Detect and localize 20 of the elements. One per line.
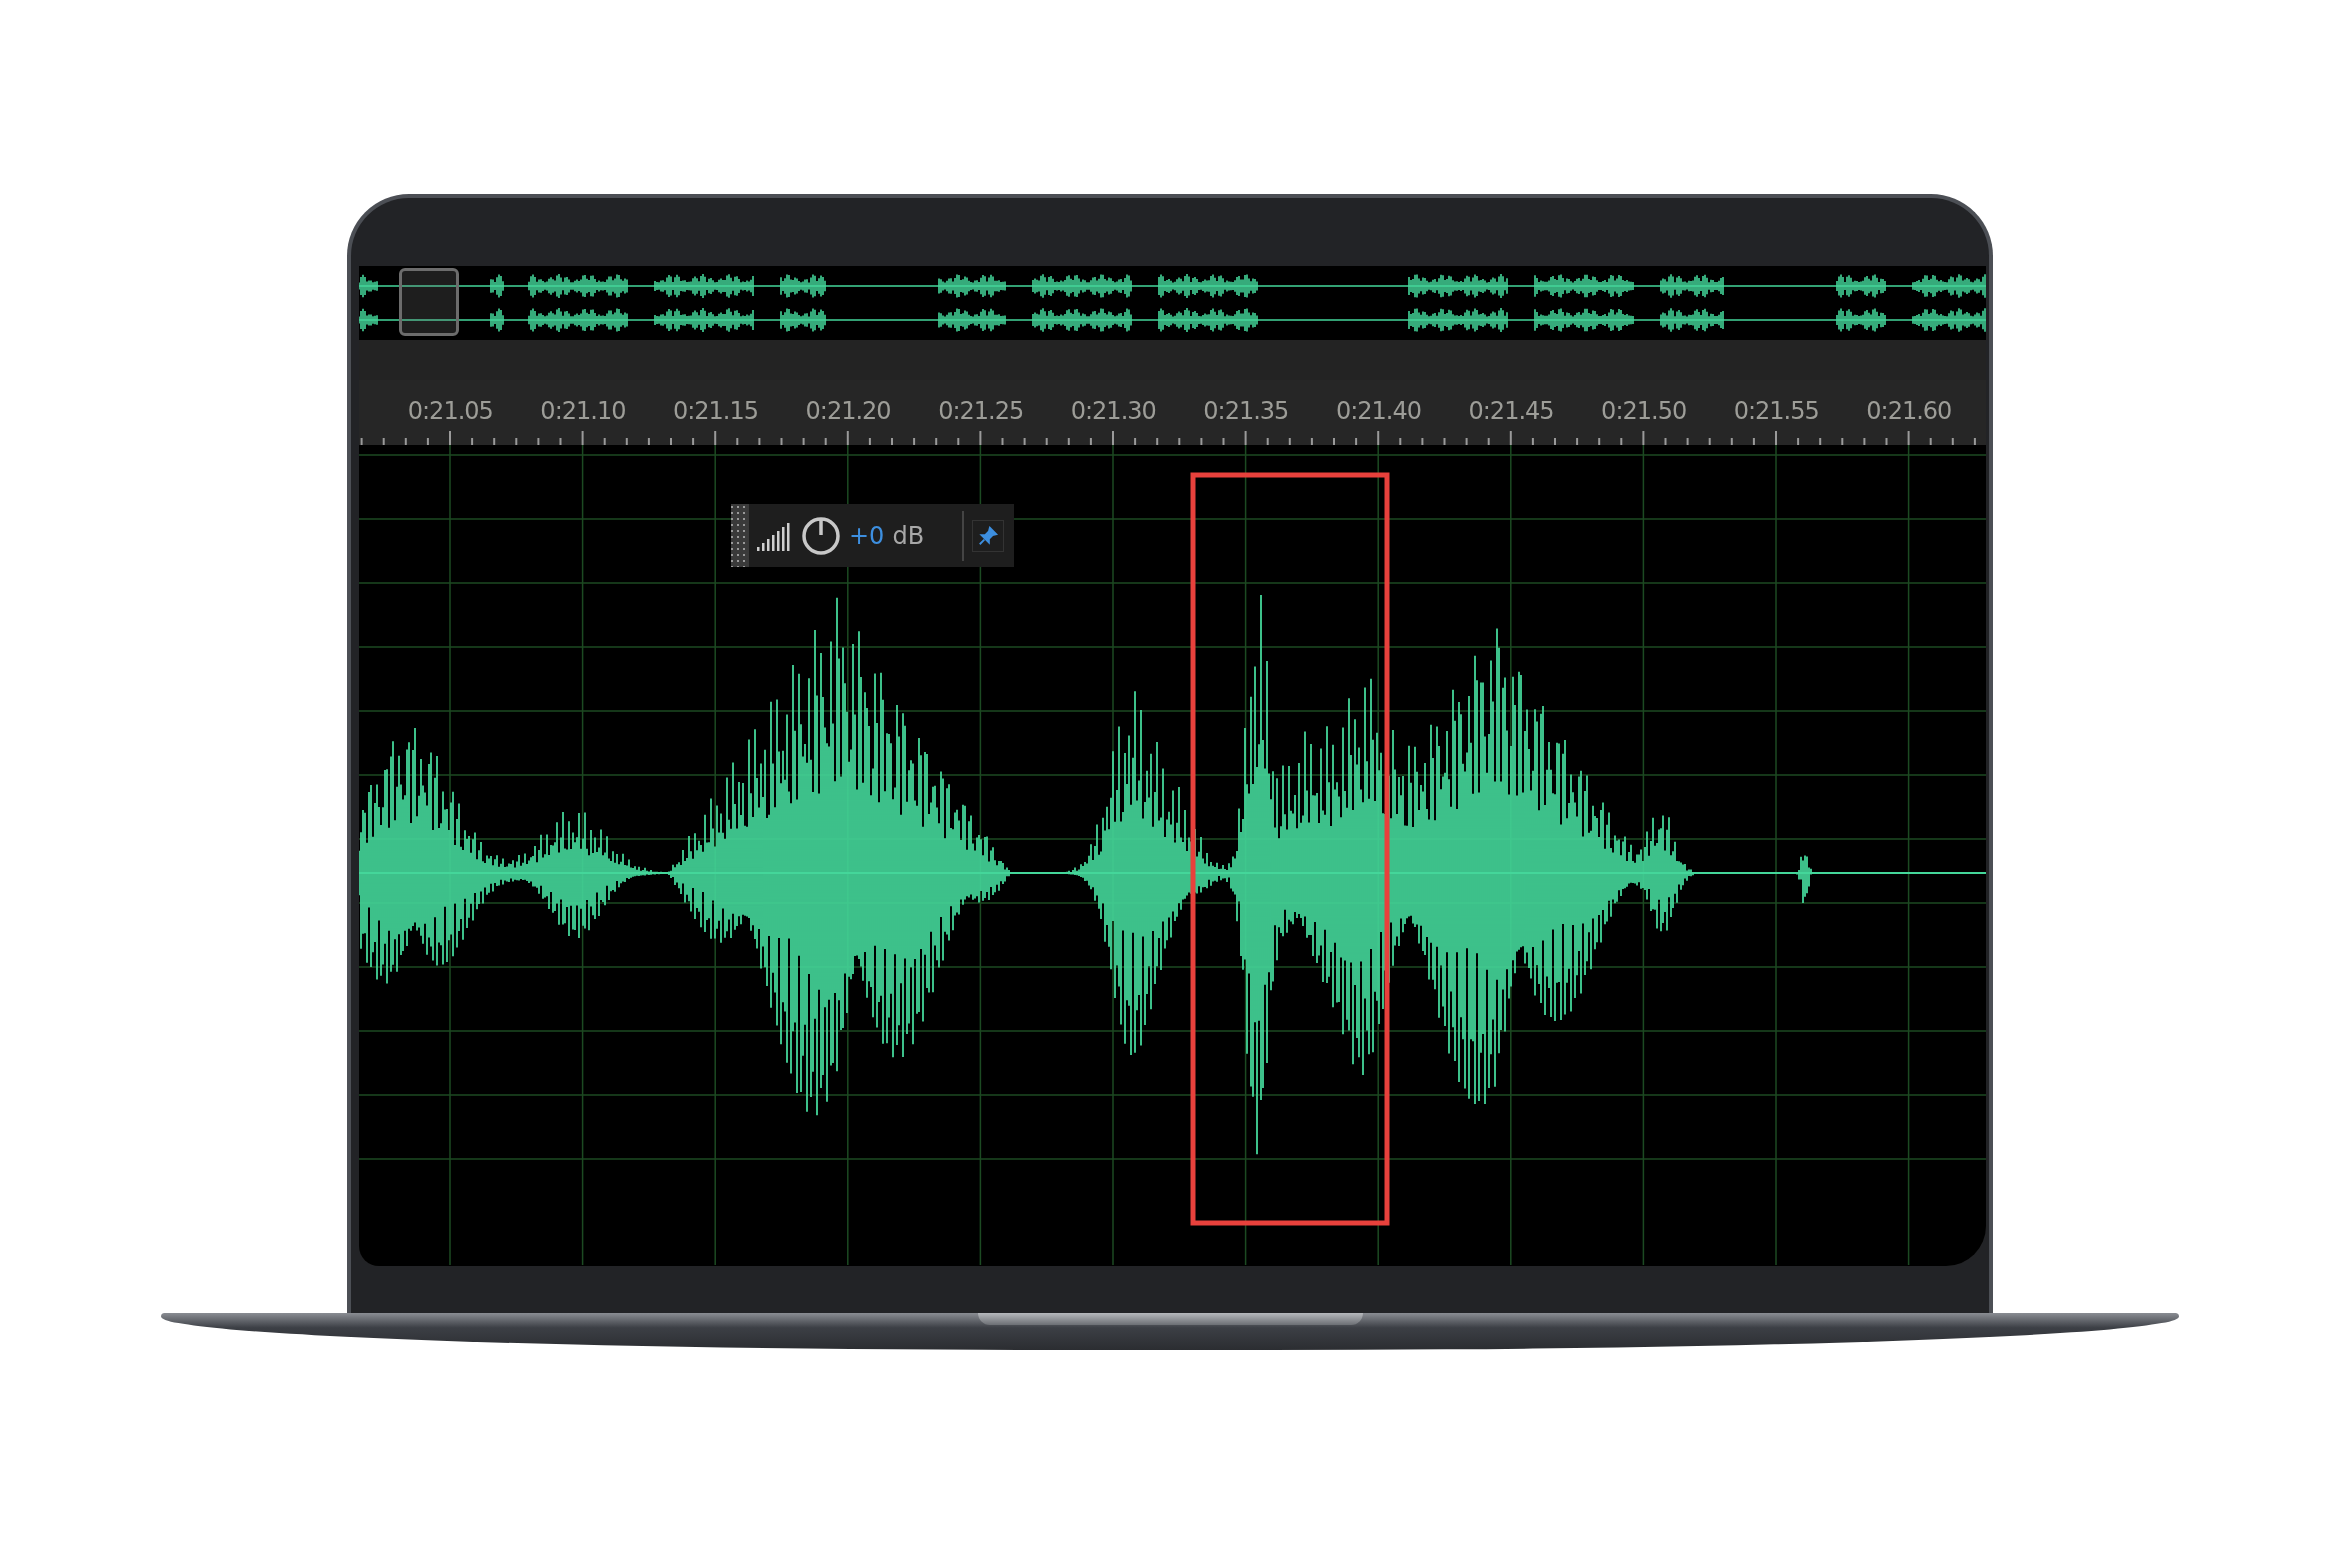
overview-handle[interactable] — [399, 268, 459, 336]
gain-unit: dB — [892, 521, 925, 550]
gain-knob-icon[interactable] — [801, 515, 841, 556]
pin-button[interactable] — [972, 519, 1004, 552]
time-label: 0:21.35 — [1202, 397, 1290, 425]
pin-icon — [977, 524, 999, 547]
grip-icon[interactable] — [731, 504, 749, 567]
time-label: 0:21.15 — [671, 397, 759, 425]
time-label: 0:21.50 — [1600, 397, 1688, 425]
time-label: 0:21.30 — [1069, 397, 1157, 425]
time-label: 0:21.55 — [1732, 397, 1820, 425]
gain-value: +0 — [849, 521, 885, 550]
time-label: 0:21.45 — [1467, 397, 1555, 425]
time-label: 0:21.25 — [937, 397, 1025, 425]
signal-level-icon — [757, 520, 793, 551]
time-label: 0:21.40 — [1334, 397, 1422, 425]
time-label: 0:21.05 — [406, 397, 494, 425]
time-label: 0:21.10 — [539, 397, 627, 425]
time-label: 0:21.60 — [1865, 397, 1953, 425]
time-label: 0:21.20 — [804, 397, 892, 425]
